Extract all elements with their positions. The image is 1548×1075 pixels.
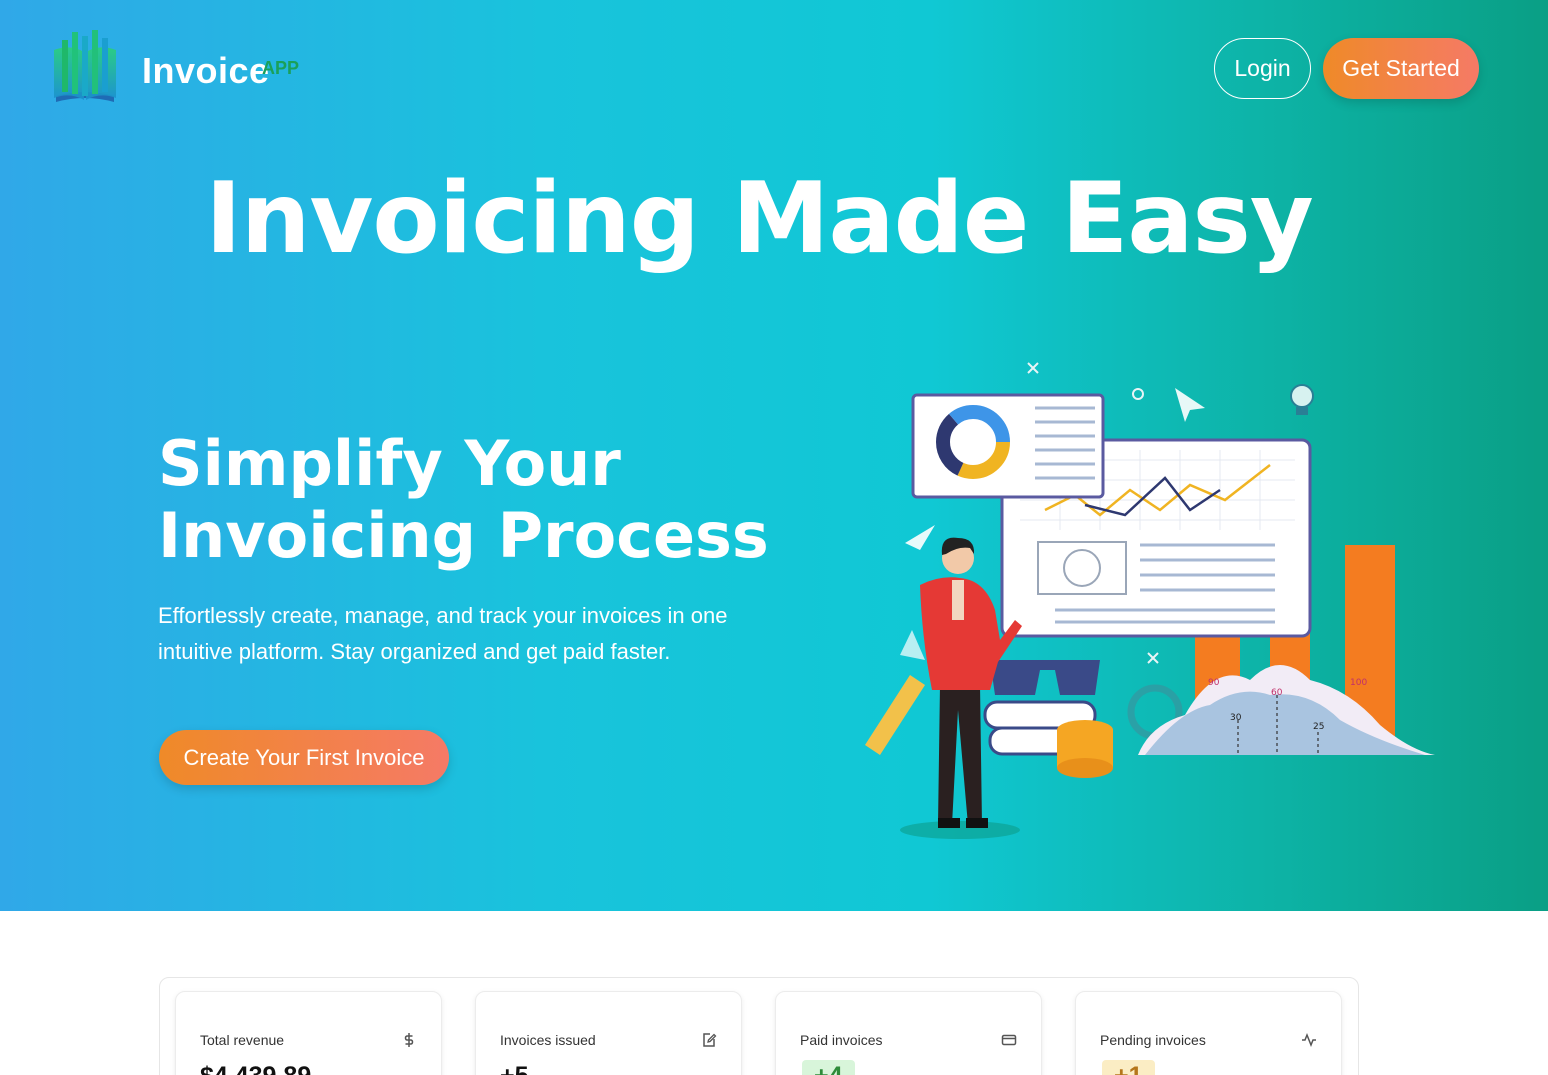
login-button[interactable]: Login [1214, 38, 1311, 99]
paper-plane-icon [1175, 388, 1205, 422]
brand-name: Invoice [142, 50, 270, 91]
stat-label: Pending invoices [1100, 1032, 1206, 1048]
glasses-icon [990, 660, 1100, 695]
hero-subheadline: Simplify Your Invoicing Process [158, 427, 769, 572]
stat-label: Invoices issued [500, 1032, 596, 1048]
get-started-button[interactable]: Get Started [1323, 38, 1479, 99]
stat-card-paid-invoices: Paid invoices +4 [775, 991, 1042, 1075]
logo-book-icon [54, 30, 116, 102]
paper-plane-icon-small [905, 525, 935, 550]
page-headline: Invoicing Made Easy [205, 162, 1313, 276]
cloud-label-90: 90 [1208, 678, 1220, 688]
stat-value: $4,439.89 [200, 1062, 311, 1075]
cloud-label-30: 30 [1230, 713, 1242, 723]
stat-card-total-revenue: Total revenue $4,439.89 [175, 991, 442, 1075]
hero-section: Invoice APP Login Get Started Invoicing … [0, 0, 1548, 911]
invoicing-illustration: 30 60 25 90 100 [865, 362, 1435, 839]
cloud-label-60: 60 [1271, 688, 1283, 698]
cloud-label-100: 100 [1350, 678, 1367, 688]
stat-label: Total revenue [200, 1032, 285, 1048]
stat-value-badge: +4 [802, 1060, 855, 1075]
brand-logo[interactable]: Invoice APP [52, 26, 312, 110]
brand-suffix: APP [262, 58, 300, 78]
credit-card-icon [1001, 1034, 1017, 1046]
cloud-label-25: 25 [1313, 722, 1324, 732]
stat-card-invoices-issued: Invoices issued +5 [475, 991, 742, 1075]
hero-description: Effortlessly create, manage, and track y… [158, 603, 728, 664]
stat-value: +5 [500, 1062, 529, 1075]
stat-card-pending-invoices: Pending invoices +1 [1075, 991, 1342, 1075]
stat-label: Paid invoices [800, 1032, 883, 1048]
stats-panel: Total revenue $4,439.89 Invoices issued … [159, 977, 1359, 1075]
edit-document-icon [703, 1033, 717, 1047]
lightbulb-icon [1290, 384, 1314, 415]
stat-value-badge: +1 [1102, 1060, 1155, 1075]
create-first-invoice-button[interactable]: Create Your First Invoice [159, 730, 449, 785]
dollar-icon [404, 1033, 414, 1047]
activity-icon [1302, 1032, 1316, 1048]
pencil-icon [865, 675, 925, 755]
